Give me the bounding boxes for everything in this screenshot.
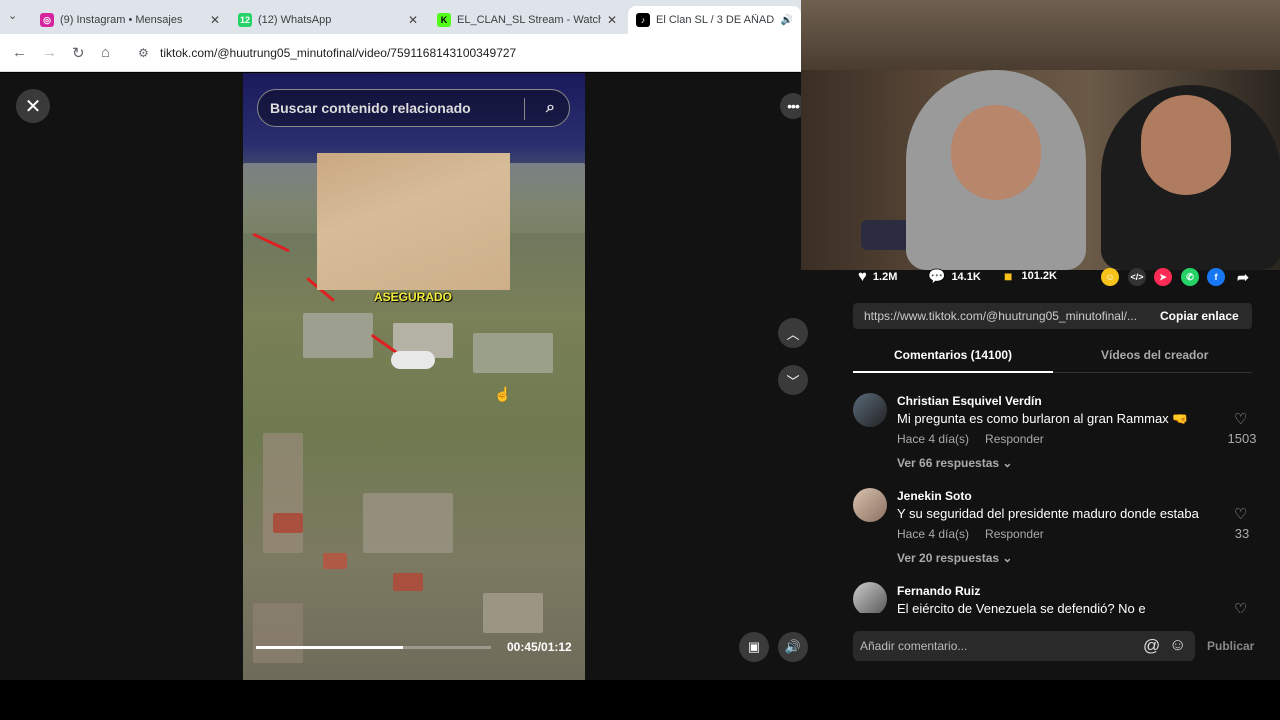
video-caption-overlay: ASEGURADO <box>374 290 453 304</box>
avatar[interactable] <box>853 582 887 613</box>
bottom-black-bar <box>0 680 1280 720</box>
webcam-overlay <box>801 0 1280 270</box>
picture-in-picture-icon: ▣ <box>747 639 761 654</box>
view-replies-label: Ver 66 respuestas <box>897 456 1000 470</box>
emoji-icon[interactable]: ☺ <box>1169 635 1186 655</box>
share-link-box: https://www.tiktok.com/@huutrung05_minut… <box>853 303 1252 329</box>
tab-tiktok-active[interactable]: ♪ El Clan SL / 3 DE AÑADIDO 🔊 <box>628 6 801 34</box>
comment-text: El ejército de Venezuela se defendió? No… <box>897 601 1146 613</box>
share-arrow-icon[interactable]: ➦ <box>1234 268 1252 286</box>
view-replies-button[interactable]: Ver 20 respuestas ⌄ <box>897 551 1012 565</box>
chevron-up-icon: ︿ <box>786 326 800 342</box>
comment-meta: Hace 4 día(s) Responder <box>897 432 1044 446</box>
chevron-down-icon: ⌄ <box>1002 551 1013 565</box>
reload-icon[interactable]: ↻ <box>72 44 85 62</box>
active-tab-indicator <box>853 371 1053 373</box>
publish-button[interactable]: Publicar <box>1207 639 1254 653</box>
comment-time: Hace 4 día(s) <box>897 527 970 541</box>
more-dots-icon: ••• <box>787 98 800 114</box>
comment-text: Y su seguridad del presidente maduro don… <box>897 506 1199 521</box>
comment-like-icon[interactable]: ♡ <box>1234 410 1247 428</box>
kick-icon: K <box>437 13 451 27</box>
tab-label: (9) Instagram • Mensajes <box>60 14 183 26</box>
like-action[interactable]: ♥ 1.2M <box>858 268 897 285</box>
comment-like-icon[interactable]: ♡ <box>1234 600 1247 613</box>
url-text[interactable]: tiktok.com/@huutrung05_minutofinal/video… <box>160 46 516 60</box>
comment-bubble-icon: 💬 <box>928 268 946 284</box>
comment-placeholder: Añadir comentario... <box>860 639 968 653</box>
blurred-overlay <box>317 153 510 290</box>
related-search-box[interactable]: Buscar contenido relacionado ⌕ <box>257 89 570 127</box>
search-icon[interactable]: ⌕ <box>546 99 555 117</box>
embed-code-icon[interactable]: </> <box>1128 268 1146 286</box>
comment-count: 14.1K <box>951 270 981 283</box>
comment-text: Mi pregunta es como burlaron al gran Ram… <box>897 411 1189 426</box>
mention-icon[interactable]: @ <box>1143 636 1160 656</box>
comments-panel <box>828 270 1280 680</box>
back-icon[interactable]: ← <box>12 44 27 61</box>
close-video-button[interactable]: ✕ <box>16 89 50 123</box>
comment-like-icon[interactable]: ♡ <box>1234 505 1247 523</box>
reply-button[interactable]: Responder <box>985 527 1044 541</box>
view-replies-label: Ver 20 respuestas <box>897 551 1000 565</box>
reply-button[interactable]: Responder <box>985 432 1044 446</box>
copy-link-button[interactable]: Copiar enlace <box>1160 309 1239 323</box>
comment-like-count: 33 <box>1234 526 1250 541</box>
bookmark-icon: ■ <box>1004 268 1013 284</box>
tab-whatsapp[interactable]: 12 (12) WhatsApp ✕ <box>230 6 426 34</box>
close-icon: ✕ <box>24 95 42 118</box>
progress-fill <box>256 646 403 649</box>
tiktok-icon: ♪ <box>636 13 650 27</box>
close-tab-icon[interactable]: ✕ <box>210 13 220 27</box>
avatar[interactable] <box>853 393 887 427</box>
previous-video-button[interactable]: ︿ <box>778 318 808 348</box>
comment-time: Hace 4 día(s) <box>897 432 970 446</box>
tab-instagram[interactable]: ◎ (9) Instagram • Mensajes ✕ <box>32 6 228 34</box>
chevron-down-icon: ﹀ <box>786 373 800 389</box>
close-tab-icon[interactable]: ✕ <box>408 13 418 27</box>
like-count: 1.2M <box>872 270 898 283</box>
site-info-icon[interactable]: ⚙ <box>138 46 149 60</box>
instagram-icon: ◎ <box>40 13 54 27</box>
tab-label: EL_CLAN_SL Stream - Watch Liv <box>457 14 601 26</box>
avatar[interactable] <box>853 488 887 522</box>
tab-kick-stream[interactable]: K EL_CLAN_SL Stream - Watch Liv ✕ <box>429 6 625 34</box>
comment-input[interactable]: Añadir comentario... @ ☺ <box>853 631 1195 661</box>
mouse-cursor-icon: ☝ <box>494 386 512 402</box>
home-icon[interactable]: ⌂ <box>101 44 110 61</box>
time-display: 00:45/01:12 <box>507 640 572 654</box>
save-action[interactable]: ■ 101.2K <box>1004 268 1057 284</box>
forward-icon[interactable]: → <box>42 44 57 61</box>
whatsapp-icon: 12 <box>238 13 252 27</box>
view-replies-button[interactable]: Ver 66 respuestas ⌄ <box>897 456 1012 470</box>
friends-share-icon[interactable]: ☺ <box>1101 268 1119 286</box>
facebook-share-icon[interactable]: f <box>1207 268 1225 286</box>
comment-item-partial: Fernando Ruiz El ejército de Venezuela s… <box>828 580 1280 613</box>
comment-author[interactable]: Christian Esquivel Verdín <box>897 394 1042 408</box>
comment-author[interactable]: Fernando Ruiz <box>897 584 980 598</box>
comment-like-count: 1503 <box>1227 431 1257 446</box>
helicopter-graphic <box>391 351 435 369</box>
tab-label: (12) WhatsApp <box>258 14 332 26</box>
audio-playing-icon[interactable]: 🔊 <box>781 15 793 26</box>
comment-meta: Hace 4 día(s) Responder <box>897 527 1044 541</box>
tab-search-dropdown-icon[interactable]: ⌄ <box>8 9 17 22</box>
save-count: 101.2K <box>1021 270 1057 282</box>
pip-button[interactable]: ▣ <box>739 632 769 662</box>
volume-icon: 🔊 <box>784 639 802 654</box>
volume-button[interactable]: 🔊 <box>778 632 808 662</box>
search-placeholder: Buscar contenido relacionado <box>270 100 471 116</box>
tab-creator-videos[interactable]: Vídeos del creador <box>1101 348 1208 362</box>
comment-author[interactable]: Jenekin Soto <box>897 489 972 503</box>
tab-comments[interactable]: Comentarios (14100) <box>894 348 1012 362</box>
chevron-down-icon: ⌄ <box>1002 456 1013 470</box>
tab-label: El Clan SL / 3 DE AÑADIDO <box>656 14 775 26</box>
comment-action[interactable]: 💬 14.1K <box>928 268 981 285</box>
heart-icon: ♥ <box>858 268 867 285</box>
send-icon[interactable]: ➤ <box>1154 268 1172 286</box>
next-video-button[interactable]: ﹀ <box>778 365 808 395</box>
close-tab-icon[interactable]: ✕ <box>607 13 617 27</box>
whatsapp-share-icon[interactable]: ✆ <box>1181 268 1199 286</box>
share-link-url[interactable]: https://www.tiktok.com/@huutrung05_minut… <box>864 309 1149 323</box>
